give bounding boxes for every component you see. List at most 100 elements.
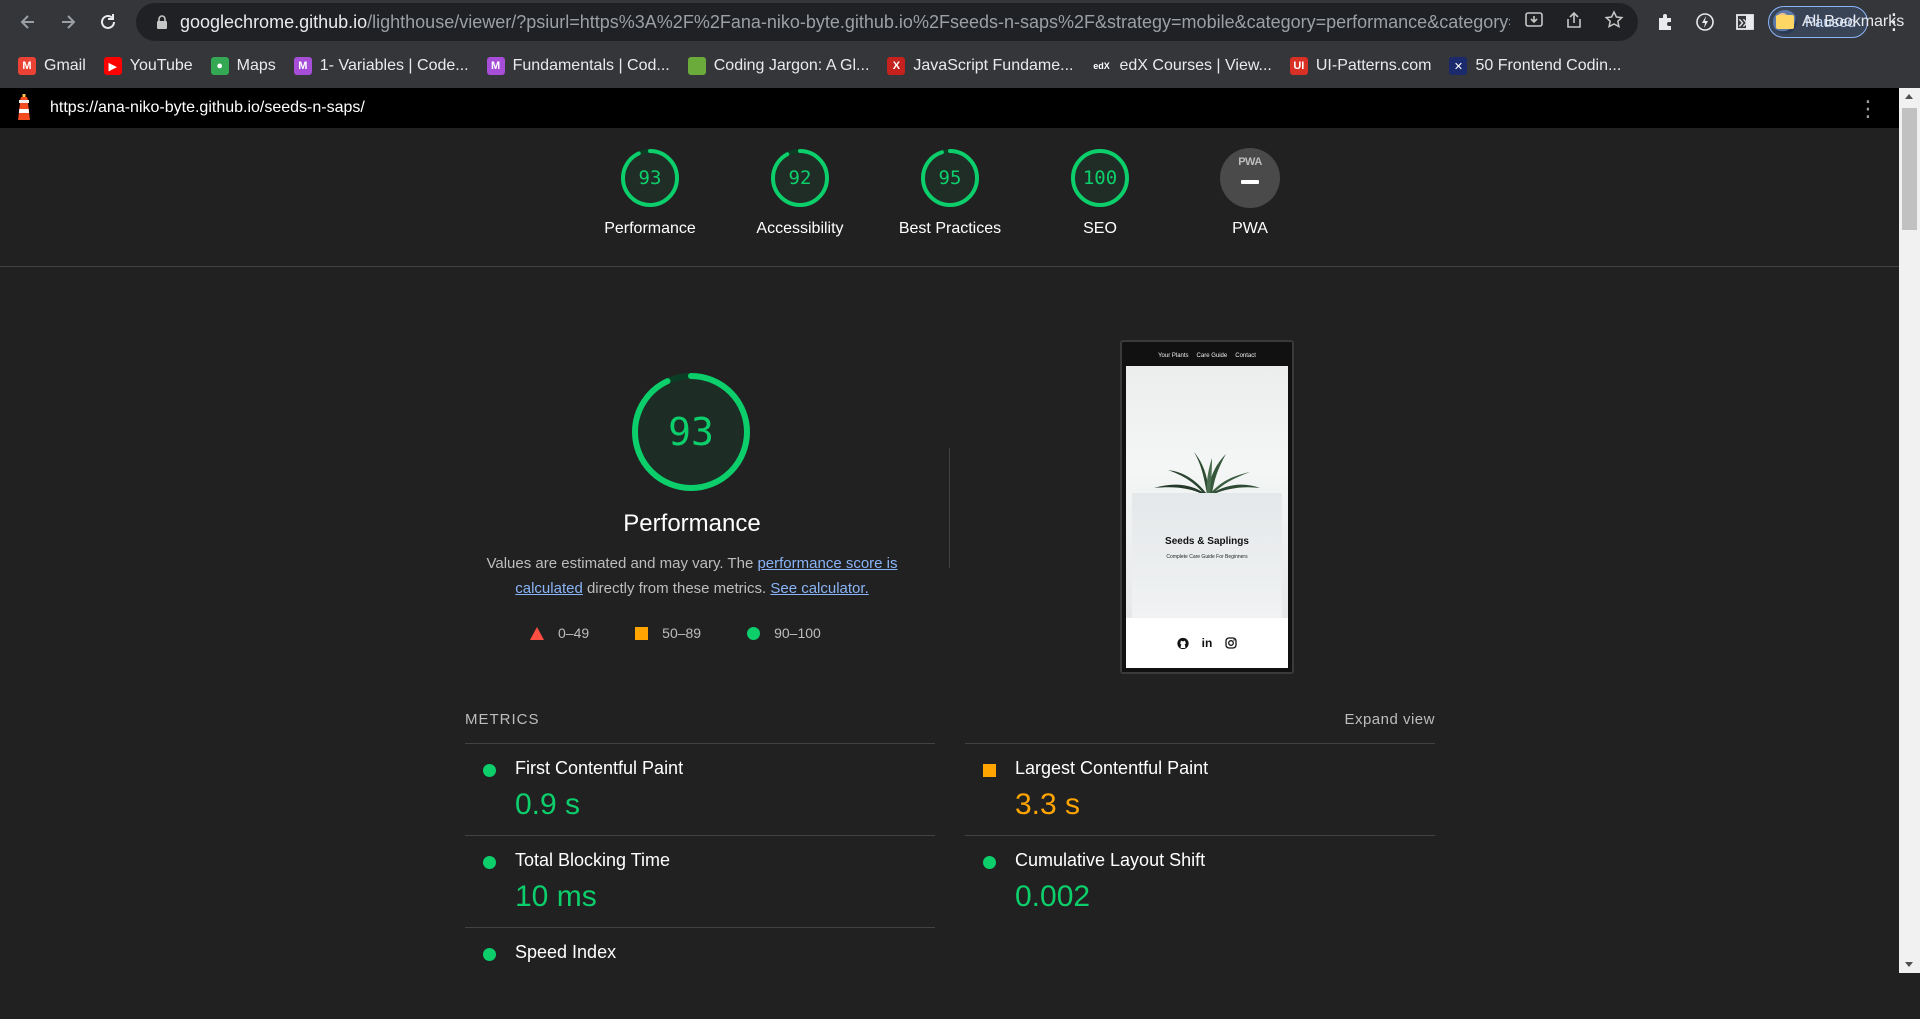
report-url[interactable]: https://ana-niko-byte.github.io/seeds-n-… xyxy=(50,99,365,117)
all-bookmarks-label: All Bookmarks xyxy=(1802,13,1905,30)
category-gauge-seo[interactable]: 100 SEO xyxy=(1025,148,1175,238)
scroll-down-arrow-icon[interactable] xyxy=(1905,962,1913,967)
url-host: googlechrome.github.io xyxy=(180,11,368,32)
square-icon xyxy=(983,764,996,777)
screenshot-nav: Your Plants Care Guide Contact xyxy=(1126,346,1288,366)
bookmark-item[interactable]: ▶ YouTube xyxy=(103,51,193,81)
legend-pass: 90–100 xyxy=(747,625,821,641)
edx-icon: edX xyxy=(1091,57,1112,75)
desc-text-1: Values are estimated and may vary. The xyxy=(486,555,758,572)
pwa-badge-icon: PWA xyxy=(1220,148,1280,208)
category-label: Accessibility xyxy=(756,220,844,237)
scroll-up-arrow-icon[interactable] xyxy=(1905,94,1913,99)
legend-fail: 0–49 xyxy=(530,625,589,641)
github-icon xyxy=(1177,637,1189,649)
legend-pass-range: 90–100 xyxy=(774,625,821,641)
score-scale-legend: 0–49 50–89 90–100 xyxy=(530,625,867,641)
metric-name: Speed Index xyxy=(515,942,617,962)
category-label: PWA xyxy=(1232,220,1268,237)
category-score: 92 xyxy=(788,167,812,189)
performance-description: Values are estimated and may vary. The p… xyxy=(470,551,914,601)
triangle-icon xyxy=(530,626,544,640)
address-bar[interactable]: googlechrome.github.io/lighthouse/viewer… xyxy=(136,3,1638,41)
all-bookmarks-button[interactable]: All Bookmarks xyxy=(1776,0,1904,44)
back-button[interactable] xyxy=(8,2,48,42)
report-menu-icon[interactable]: ⋮ xyxy=(1857,96,1879,122)
circle-icon xyxy=(983,856,996,869)
ui-patterns-icon: UI xyxy=(1289,57,1308,75)
url-path: /lighthouse/viewer/?psiurl=https%3A%2F%2… xyxy=(367,11,1510,32)
share-icon[interactable] xyxy=(1564,10,1584,35)
bookmark-label: UI-Patterns.com xyxy=(1315,57,1432,74)
codecademy-icon: M xyxy=(486,57,505,75)
pwa-badge-text: PWA xyxy=(1238,156,1262,168)
screenshot-nav-item: Your Plants xyxy=(1158,353,1189,359)
bookmark-label: 1- Variables | Code... xyxy=(319,57,469,74)
bookmarks-overflow-icon[interactable]: » xyxy=(1738,0,1748,44)
bookmark-item[interactable]: edX edX Courses | View... xyxy=(1091,51,1272,81)
bookmark-label: Fundamentals | Cod... xyxy=(512,57,670,74)
expand-view-toggle[interactable]: Expand view xyxy=(1344,711,1435,728)
maps-icon: ● xyxy=(210,57,229,75)
folder-icon xyxy=(1776,15,1794,29)
category-gauge-performance[interactable]: 93 Performance xyxy=(575,148,725,238)
category-gauge-best-practices[interactable]: 95 Best Practices xyxy=(875,148,1025,238)
metric-first-contentful-paint: First Contentful Paint 0.9 s xyxy=(465,743,935,835)
metric-value: 0.9 s xyxy=(515,788,581,821)
performance-gauge[interactable]: 93 xyxy=(620,370,762,512)
bookmark-item[interactable]: UI UI-Patterns.com xyxy=(1289,51,1432,81)
category-label: Best Practices xyxy=(898,220,1002,237)
category-gauge-accessibility[interactable]: 92 Accessibility xyxy=(725,148,875,238)
metric-value: 10 ms xyxy=(515,880,597,913)
reload-icon xyxy=(101,14,115,29)
browser-toolbar: googlechrome.github.io/lighthouse/viewer… xyxy=(0,0,1920,44)
metrics-title: METRICS xyxy=(465,711,540,728)
legend-average-range: 50–89 xyxy=(662,625,702,641)
bookmark-label: edX Courses | View... xyxy=(1119,57,1272,74)
codecademy-icon: M xyxy=(293,57,312,75)
see-calculator-link[interactable]: See calculator. xyxy=(770,580,868,597)
extensions-puzzle-icon[interactable] xyxy=(1652,9,1678,35)
score-ring: 92 xyxy=(770,148,830,208)
bookmark-label: Gmail xyxy=(44,57,86,74)
final-screenshot[interactable]: Your Plants Care Guide Contact Seeds & S… xyxy=(1120,340,1294,674)
address-url[interactable]: googlechrome.github.io/lighthouse/viewer… xyxy=(180,12,1510,33)
forward-button[interactable] xyxy=(48,2,88,42)
bookmark-item[interactable]: M Fundamentals | Cod... xyxy=(486,51,670,81)
score-ring: 95 xyxy=(920,148,980,208)
page-scrollbar[interactable] xyxy=(1899,88,1920,973)
score-ring: 100 xyxy=(1070,148,1130,208)
circle-icon xyxy=(483,948,496,961)
bookmark-star-icon[interactable] xyxy=(1604,9,1624,35)
category-label: Performance xyxy=(604,220,696,237)
category-gauge-pwa[interactable]: PWA PWA xyxy=(1175,148,1325,238)
metric-name: Largest Contentful Paint xyxy=(1015,758,1209,778)
page-icon xyxy=(687,57,706,75)
lighthouse-topbar: https://ana-niko-byte.github.io/seeds-n-… xyxy=(0,88,1899,128)
linkedin-icon: in xyxy=(1201,636,1213,650)
reload-button[interactable] xyxy=(88,2,128,42)
screenshot-footer: in xyxy=(1126,618,1288,668)
bookmark-item[interactable]: M 1- Variables | Code... xyxy=(293,51,469,81)
metric-value: 0.002 xyxy=(1015,880,1091,913)
bookmark-label: 50 Frontend Codin... xyxy=(1475,57,1622,74)
bookmark-label: Coding Jargon: A Gl... xyxy=(713,57,870,74)
screenshot-site-subtitle: Complete Care Guide For Beginners xyxy=(1166,554,1248,560)
metric-name: First Contentful Paint xyxy=(515,758,684,778)
bookmark-item[interactable]: ● Maps xyxy=(210,51,276,81)
bookmark-item[interactable]: ✕ 50 Frontend Codin... xyxy=(1449,51,1621,81)
install-app-icon[interactable] xyxy=(1524,10,1544,35)
legend-fail-range: 0–49 xyxy=(558,625,590,641)
performance-score: 93 xyxy=(668,410,714,454)
scrollbar-thumb[interactable] xyxy=(1902,108,1917,230)
performance-extension-icon[interactable] xyxy=(1692,9,1718,35)
bookmark-item[interactable]: Coding Jargon: A Gl... xyxy=(687,51,870,81)
bookmark-item[interactable]: X JavaScript Fundame... xyxy=(887,51,1073,81)
arrow-left-icon xyxy=(20,15,34,29)
category-score: 95 xyxy=(938,167,962,189)
bookmark-item[interactable]: M Gmail xyxy=(18,51,86,81)
bookmark-label: Maps xyxy=(236,57,276,74)
legend-average: 50–89 xyxy=(635,625,701,641)
section-divider xyxy=(949,448,950,568)
lock-icon[interactable] xyxy=(150,15,174,29)
